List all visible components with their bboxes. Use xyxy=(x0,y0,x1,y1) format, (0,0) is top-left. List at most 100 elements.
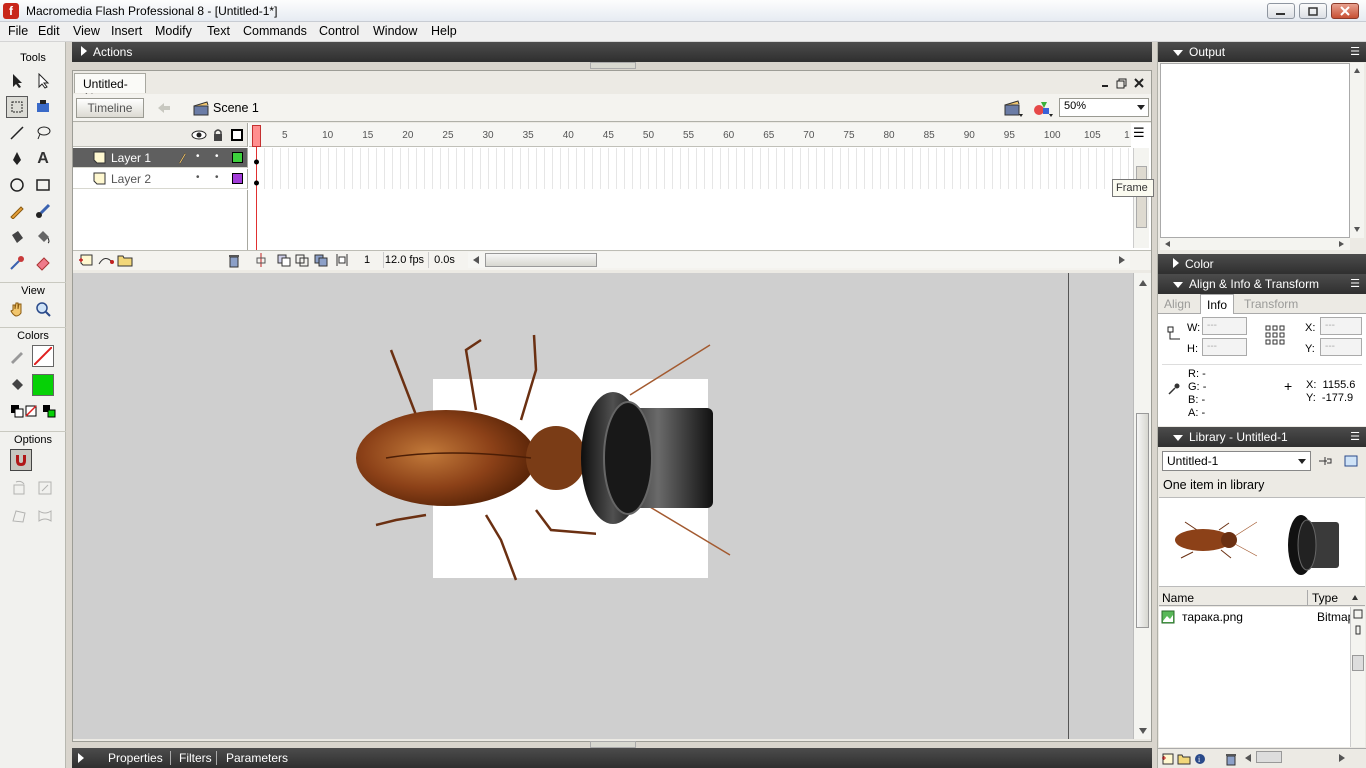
pencil-tool-icon[interactable] xyxy=(6,200,28,222)
name-column-header[interactable]: Name xyxy=(1162,591,1194,605)
edit-symbols-icon[interactable] xyxy=(1031,99,1055,119)
document-tab[interactable]: Untitled-1* xyxy=(74,73,146,105)
ink-bottle-tool-icon[interactable] xyxy=(6,226,28,248)
menu-file[interactable]: File xyxy=(8,24,28,38)
zoom-tool-icon[interactable] xyxy=(32,298,54,320)
actions-panel-header[interactable]: Actions xyxy=(72,42,1152,62)
tab-parameters[interactable]: Parameters xyxy=(226,751,288,765)
subselection-tool-icon[interactable] xyxy=(32,70,54,92)
output-scrollbar[interactable] xyxy=(1350,63,1364,238)
panel-menu-icon[interactable]: ☰ xyxy=(1350,42,1360,62)
zoom-select[interactable]: 50% xyxy=(1059,98,1149,117)
modify-onion-markers-icon[interactable] xyxy=(334,252,350,268)
new-library-panel-icon[interactable] xyxy=(1343,454,1359,468)
lasso-tool-icon[interactable] xyxy=(32,122,54,144)
top-hat-bitmap[interactable] xyxy=(578,390,720,526)
menu-edit[interactable]: Edit xyxy=(38,24,60,38)
panel-menu-icon[interactable]: ☰ xyxy=(1350,427,1360,447)
color-panel-header[interactable]: Color xyxy=(1158,254,1366,274)
edit-multiple-frames-icon[interactable] xyxy=(313,252,329,268)
delete-layer-icon[interactable] xyxy=(226,252,242,268)
layer-outline-color[interactable] xyxy=(232,152,243,163)
eraser-tool-icon[interactable] xyxy=(32,252,54,274)
properties-panel-header[interactable]: Properties Filters Parameters xyxy=(72,748,1152,768)
menu-help[interactable]: Help xyxy=(431,24,457,38)
h-field[interactable]: --- xyxy=(1202,338,1247,356)
layer-lock-dot[interactable]: • xyxy=(215,172,219,183)
brush-tool-icon[interactable] xyxy=(32,200,54,222)
hand-tool-icon[interactable] xyxy=(6,298,28,320)
menu-window[interactable]: Window xyxy=(373,24,417,38)
panel-menu-icon[interactable]: ☰ xyxy=(1350,274,1360,294)
eyedropper-tool-icon[interactable] xyxy=(6,252,28,274)
layer-row-2[interactable]: Layer 2 • • xyxy=(73,169,248,189)
menu-commands[interactable]: Commands xyxy=(243,24,307,38)
output-horizontal-scrollbar[interactable] xyxy=(1160,238,1350,250)
onion-skin-icon[interactable] xyxy=(276,252,292,268)
layer-outline-color[interactable] xyxy=(232,173,243,184)
rectangle-tool-icon[interactable] xyxy=(32,174,54,196)
menu-control[interactable]: Control xyxy=(319,24,359,38)
library-panel-header[interactable]: Library - Untitled-1 ☰ xyxy=(1158,427,1366,447)
frame-grid[interactable] xyxy=(249,148,1131,189)
pen-tool-icon[interactable] xyxy=(6,148,28,170)
minimize-button[interactable] xyxy=(1267,3,1295,19)
insert-layer-icon[interactable] xyxy=(78,252,96,268)
center-frame-icon[interactable] xyxy=(253,252,269,268)
x-field[interactable]: --- xyxy=(1320,317,1362,335)
menu-view[interactable]: View xyxy=(73,24,100,38)
y-field[interactable]: --- xyxy=(1320,338,1362,356)
insert-folder-icon[interactable] xyxy=(116,252,134,268)
align-panel-header[interactable]: Align & Info & Transform ☰ xyxy=(1158,274,1366,294)
menu-insert[interactable]: Insert xyxy=(111,24,142,38)
library-select[interactable]: Untitled-1 xyxy=(1162,451,1311,471)
menu-modify[interactable]: Modify xyxy=(155,24,192,38)
back-arrow-icon[interactable] xyxy=(156,101,172,115)
keyframes[interactable] xyxy=(253,152,260,186)
stroke-color-swatch[interactable] xyxy=(32,345,54,367)
menu-text[interactable]: Text xyxy=(207,24,230,38)
type-column-header[interactable]: Type xyxy=(1312,591,1338,605)
line-tool-icon[interactable] xyxy=(6,122,28,144)
ruler-label: 55 xyxy=(683,130,695,141)
pin-library-icon[interactable] xyxy=(1317,454,1333,468)
frame-rate[interactable]: 12.0 fps xyxy=(383,252,425,268)
output-text-area[interactable] xyxy=(1160,63,1350,238)
restore-button[interactable] xyxy=(1299,3,1327,19)
swap-colors-icon[interactable] xyxy=(38,400,60,422)
panel-collapse-handle[interactable] xyxy=(590,62,636,69)
stage-vertical-scrollbar[interactable] xyxy=(1133,273,1151,739)
selection-tool-icon[interactable] xyxy=(6,70,28,92)
text-tool-icon[interactable]: A xyxy=(32,148,54,170)
layer-visible-dot[interactable]: • xyxy=(196,172,200,183)
panel-collapse-handle[interactable] xyxy=(590,741,636,748)
layer-row-1[interactable]: Layer 1 • • xyxy=(73,148,248,168)
library-item[interactable]: тарака.png Bitmap xyxy=(1159,608,1350,626)
timeline-toggle-button[interactable]: Timeline xyxy=(76,98,144,118)
tab-filters[interactable]: Filters xyxy=(179,751,212,765)
snap-to-objects-icon[interactable] xyxy=(10,449,32,471)
library-scrollbar[interactable] xyxy=(1350,607,1365,747)
layer-lock-dot[interactable]: • xyxy=(215,151,219,162)
tab-transform[interactable]: Transform xyxy=(1238,294,1304,314)
fill-color-swatch[interactable] xyxy=(32,374,54,396)
close-button[interactable] xyxy=(1331,3,1359,19)
add-motion-guide-icon[interactable] xyxy=(97,252,115,268)
fill-transform-tool-icon[interactable] xyxy=(32,96,54,118)
timeline-horizontal-scrollbar[interactable] xyxy=(468,252,1130,268)
output-panel-header[interactable]: Output ☰ xyxy=(1158,42,1366,62)
free-transform-tool-icon[interactable] xyxy=(6,96,28,118)
tab-info[interactable]: Info xyxy=(1200,294,1235,314)
tab-properties[interactable]: Properties xyxy=(108,751,163,765)
timeline-menu-icon[interactable]: ☰ xyxy=(1133,125,1149,141)
edit-scene-icon[interactable] xyxy=(1003,99,1025,119)
paint-bucket-tool-icon[interactable] xyxy=(32,226,54,248)
tab-align[interactable]: Align xyxy=(1158,294,1197,314)
playhead[interactable] xyxy=(252,125,261,147)
oval-tool-icon[interactable] xyxy=(6,174,28,196)
frame-ruler: 1510152025303540455055606570758085909510… xyxy=(249,123,1131,147)
layer-visible-dot[interactable]: • xyxy=(196,151,200,162)
timeline-vertical-scrollbar[interactable] xyxy=(1133,148,1149,248)
onion-skin-outlines-icon[interactable] xyxy=(294,252,310,268)
w-field[interactable]: --- xyxy=(1202,317,1247,335)
